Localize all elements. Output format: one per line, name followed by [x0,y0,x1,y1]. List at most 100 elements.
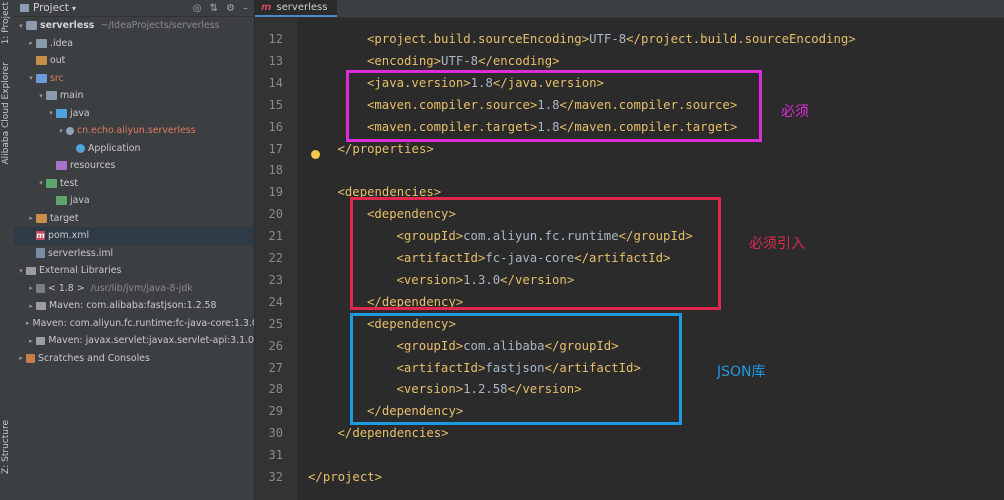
line-number: 18 [268,163,283,178]
tree-item-label: java [70,107,90,119]
tree-item-label: out [50,55,66,67]
chevron-down-icon[interactable]: ▾ [46,109,56,117]
tree-item-label: Scratches and Consoles [38,352,150,364]
tree-item[interactable]: ▾ serverless ~/IdeaProjects/serverless [14,17,254,35]
chevron-down-icon[interactable]: ▾ [56,127,66,135]
code-line[interactable]: 32 </project> [269,466,1004,488]
tree-item[interactable]: ▸ Scratches and Consoles [14,350,254,368]
lib-icon [26,266,36,275]
code-line[interactable]: 30 </dependencies> [269,422,1004,444]
code-line[interactable]: 13 <encoding>UTF-8</encoding> [269,50,1004,72]
folder-icon [36,38,47,48]
tree-item[interactable]: out [14,52,254,70]
collapse-icon[interactable]: ⇅ [210,3,218,14]
tree-item[interactable]: m pom.xml [14,227,254,245]
folder-target-icon [36,56,47,66]
tree-item-label: src [50,72,64,84]
line-number: 26 [268,338,283,353]
line-number: 12 [268,32,283,46]
tree-item-label: resources [70,160,116,172]
lib-icon [35,336,46,345]
tool-window-strip: 1: Project Alibaba Cloud Explorer Z: Str… [0,0,15,500]
code-line[interactable]: 18 [269,159,1004,181]
project-tree: ▾ serverless ~/IdeaProjects/serverless ▸ .id… [14,17,254,367]
line-number: 17 [268,141,283,156]
tree-item-label: main [60,90,84,102]
chevron-down-icon[interactable]: ▾ [72,4,76,13]
chevron-right-icon[interactable]: ▸ [26,284,36,292]
tree-item[interactable]: ▾ External Libraries [14,262,254,280]
chevron-down-icon[interactable]: ▾ [26,74,36,82]
iml-icon [36,248,45,259]
chevron-down-icon[interactable]: ▾ [36,92,46,100]
chevron-right-icon[interactable]: ▸ [26,39,36,47]
chevron-down-icon[interactable]: ▾ [16,267,26,275]
line-number: 25 [268,316,283,331]
code-line[interactable]: 31 [269,444,1004,466]
chevron-right-icon[interactable]: ▸ [16,354,26,362]
tree-item-label: Application [88,142,141,154]
tree-item[interactable]: ▾ main [14,87,254,105]
tree-item[interactable]: ▸ < 1.8 > /usr/lib/jvm/java-8-jdk [14,280,254,298]
tree-item-label: serverless [40,20,95,32]
chevron-right-icon[interactable]: ▸ [26,214,36,222]
tree-item[interactable]: ▾ src [14,70,254,88]
tree-item[interactable]: resources [14,157,254,175]
structure-tool-tab[interactable]: Z: Structure [1,420,13,474]
line-number: 24 [268,294,283,309]
tree-item-label: pom.xml [48,230,90,242]
folder-test-icon [46,178,57,188]
folder-icon [46,91,57,101]
required-import-box [350,197,721,310]
tree-item[interactable]: java [14,192,254,210]
line-number: 21 [268,229,283,244]
chevron-right-icon[interactable]: ▸ [26,319,30,327]
locate-icon[interactable]: ◎ [193,3,202,14]
line-number: 29 [268,404,283,419]
chevron-right-icon[interactable]: ▸ [26,302,36,310]
project-panel: Project ▾ ◎ ⇅ ⚙ – ▾ serverless ~/IdeaProje… [14,0,254,500]
code-text: </project> [308,470,383,484]
tree-item-label: Maven: javax.servlet:javax.servlet-api:3… [48,335,254,347]
line-number: 31 [268,448,283,463]
tree-item[interactable]: ▾ java [14,105,254,123]
hide-icon[interactable]: – [243,3,248,14]
tree-item[interactable]: ▸ target [14,210,254,228]
editor-tabbar: m serverless [255,0,1004,18]
tree-item-label: serverless.iml [48,247,114,259]
lightbulb-icon[interactable] [311,150,320,159]
tree-item-label: Maven: com.aliyun.fc.runtime:fc-java-cor… [32,317,254,329]
tree-item[interactable]: ▸ Maven: com.aliyun.fc.runtime:fc-java-co… [14,315,254,333]
tree-item[interactable]: serverless.iml [14,245,254,263]
tree-item[interactable]: ▾ cn.echo.aliyun.serverless [14,122,254,140]
code-text: <encoding>UTF-8</encoding> [367,53,560,68]
chevron-down-icon[interactable]: ▾ [16,22,26,30]
line-number: 14 [268,75,283,90]
folder-res-icon [56,161,67,171]
tree-item-label: target [50,212,79,224]
gear-icon[interactable]: ⚙ [226,3,235,14]
chevron-right-icon[interactable]: ▸ [26,337,36,345]
required-import-annotation: 必须引入 [749,236,805,252]
project-tool-tab[interactable]: 1: Project [1,2,13,44]
lib-icon [36,301,46,310]
maven-icon: m [261,2,272,13]
chevron-down-icon[interactable]: ▾ [36,179,46,187]
line-number: 19 [268,185,283,200]
package-icon [66,126,74,135]
folder-target-icon [36,213,47,223]
editor-tab-label: serverless [276,2,328,13]
code-line[interactable]: 12 <project.build.sourceEncoding>UTF-8</p… [269,28,1004,50]
line-number: 22 [268,251,283,265]
maven-icon: m [36,231,45,241]
code-text: <project.build.sourceEncoding>UTF-8</pro… [367,32,856,46]
tree-item[interactable]: ▸ Maven: com.alibaba:fastjson:1.2.58 [14,297,254,315]
tree-item[interactable]: Application [14,140,254,158]
tree-item[interactable]: ▸ Maven: javax.servlet:javax.servlet-api:… [14,332,254,350]
tree-item[interactable]: ▾ test [14,175,254,193]
tree-item[interactable]: ▸ .idea [14,35,254,53]
folder-src-icon [36,73,47,83]
panel-title[interactable]: Project [33,2,69,14]
alibaba-cloud-explorer-tab[interactable]: Alibaba Cloud Explorer [1,62,13,165]
editor-tab-pom[interactable]: m serverless [255,0,338,17]
